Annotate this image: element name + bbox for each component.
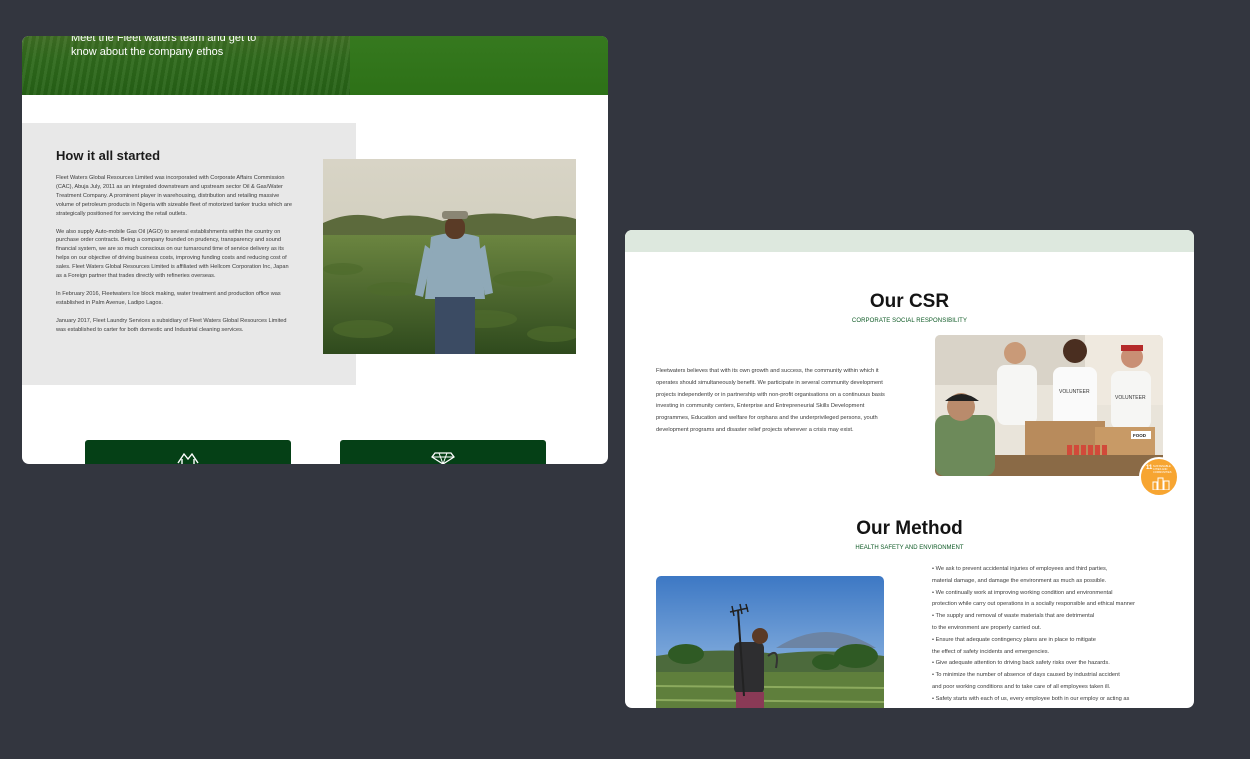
header-band bbox=[625, 230, 1194, 252]
feature-card bbox=[340, 440, 546, 464]
method-title: Our Method bbox=[856, 518, 963, 539]
list-item: • To minimize the number of absence of d… bbox=[932, 672, 1120, 679]
story-paragraph: We also supply Auto-mobile Gas Oil (AGO)… bbox=[56, 228, 289, 280]
list-item: • We ask to prevent accidental injuries … bbox=[932, 566, 1108, 572]
volunteer-label: VOLUNTEER bbox=[1059, 389, 1090, 395]
csr-page-preview: Our CSR CORPORATE SOCIAL RESPONSIBILITY … bbox=[625, 230, 1194, 708]
feature-card bbox=[85, 440, 291, 464]
list-item: • We continually work at improving worki… bbox=[932, 589, 1113, 596]
about-page-preview: Meet the Fleet waters team and get to kn… bbox=[22, 36, 608, 464]
story-paragraph: Fleet Waters Global Resources Limited wa… bbox=[56, 175, 292, 217]
sdg-caption: SUSTAINABLE CITIES AND COMMUNITIES bbox=[1153, 465, 1172, 474]
list-item: the effect of safety incidents and emerg… bbox=[932, 648, 1050, 655]
method-list: • We ask to prevent accidental injuries … bbox=[932, 564, 1172, 706]
list-item: • Ensure that adequate contingency plans… bbox=[932, 636, 1096, 643]
story-paragraph: In February 2016, Fleetwaters Ice block … bbox=[56, 290, 281, 306]
farmer-photo bbox=[323, 159, 576, 354]
story-body: Fleet Waters Global Resources Limited wa… bbox=[56, 174, 292, 344]
sdg-number: 11 bbox=[1146, 465, 1153, 471]
food-label: FOOD bbox=[1133, 433, 1147, 438]
story-paragraph: January 2017, Fleet Laundry Services a s… bbox=[56, 317, 287, 333]
volunteer-photo: VOLUNTEER VOLUNTEER FOOD bbox=[935, 335, 1163, 476]
list-item: • Give adequate attention to driving bac… bbox=[932, 660, 1110, 667]
csr-body: Fleetwaters believes that with its own g… bbox=[656, 368, 885, 433]
volunteer-label: VOLUNTEER bbox=[1115, 395, 1146, 401]
method-subtitle: HEALTH SAFETY AND ENVIRONMENT bbox=[855, 545, 964, 551]
csr-title: Our CSR bbox=[869, 291, 950, 312]
list-item: • Safety starts with each of us, every e… bbox=[932, 695, 1130, 702]
hero-banner: Meet the Fleet waters team and get to kn… bbox=[22, 36, 608, 95]
section-title: How it all started bbox=[56, 148, 161, 163]
city-icon bbox=[1152, 477, 1170, 490]
farmer-tools-photo bbox=[656, 576, 884, 708]
hero-text: Meet the Fleet waters team and get to kn… bbox=[71, 36, 257, 58]
handshake-icon bbox=[177, 452, 199, 464]
list-item: and poor working conditions and to take … bbox=[932, 683, 1111, 690]
list-item: to the environment are properly carried … bbox=[932, 624, 1042, 631]
list-item: protection while carry out operations in… bbox=[932, 601, 1135, 608]
csr-subtitle: CORPORATE SOCIAL RESPONSIBILITY bbox=[851, 318, 968, 324]
sdg-badge: 11 SUSTAINABLE CITIES AND COMMUNITIES bbox=[1139, 457, 1179, 497]
list-item: material damage, and damage the environm… bbox=[932, 577, 1107, 584]
diamond-icon bbox=[431, 452, 455, 464]
list-item: • The supply and removal of waste materi… bbox=[932, 613, 1095, 620]
